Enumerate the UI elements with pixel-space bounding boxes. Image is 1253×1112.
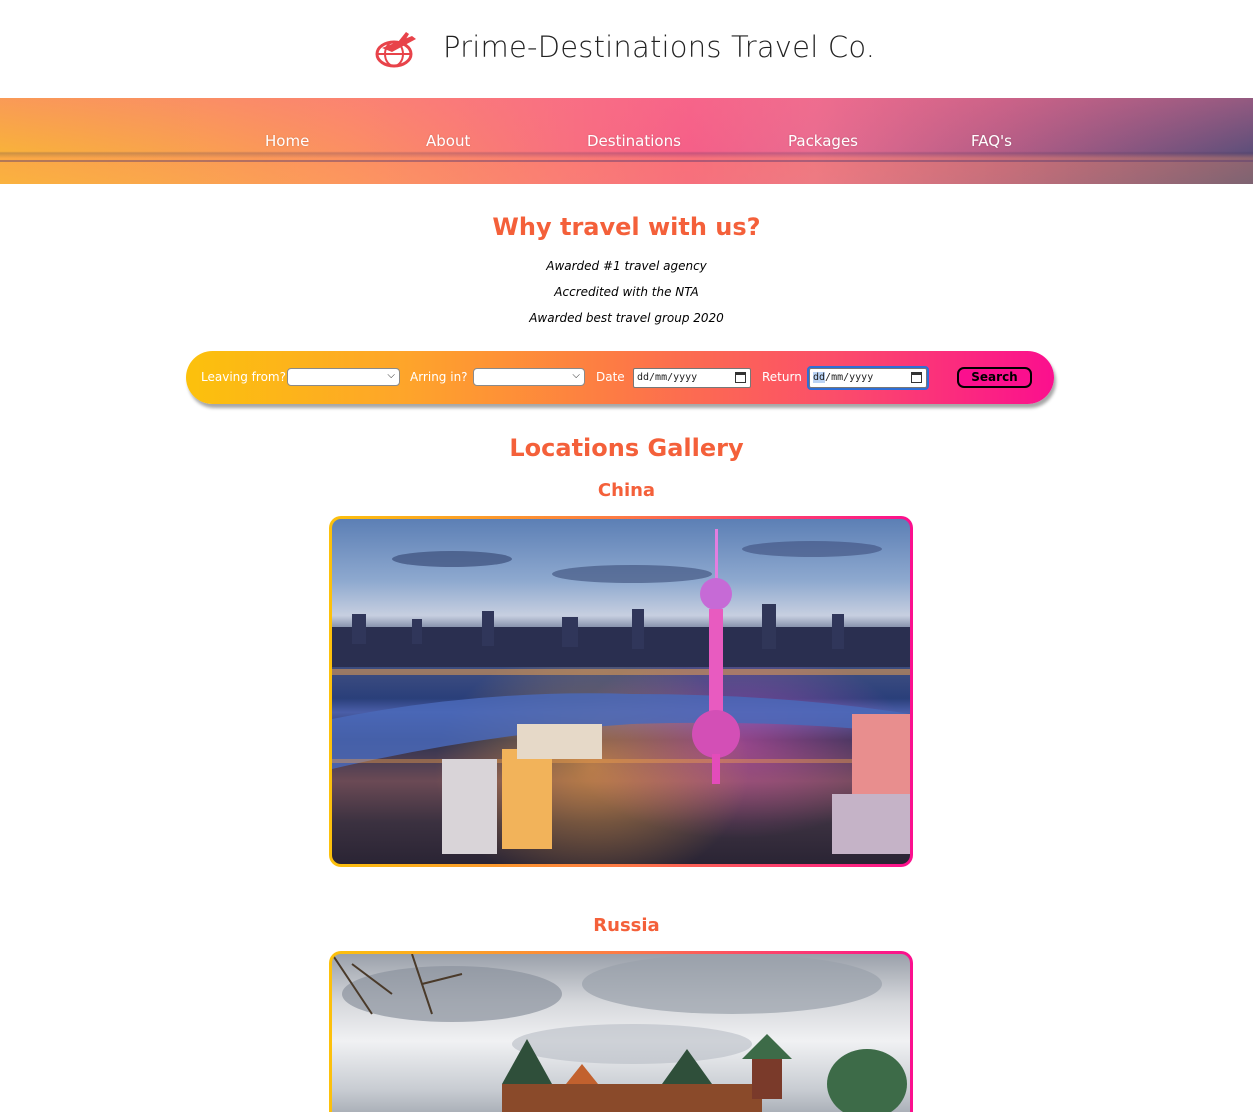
nav-item-home[interactable]: Home: [265, 132, 309, 150]
main-nav: Home About Destinations Packages FAQ's: [0, 98, 1253, 184]
shanghai-skyline-night-photo: [332, 519, 910, 864]
return-input[interactable]: dd/mm/yyyy: [807, 366, 929, 390]
chevron-down-icon: ⌵: [572, 370, 580, 381]
palace-illustration: [332, 954, 907, 1112]
nav-item-destinations[interactable]: Destinations: [587, 132, 681, 150]
why-title: Why travel with us?: [492, 213, 761, 241]
arriving-label: Arring in?: [410, 370, 468, 384]
brand-name: Prime-Destinations Travel Co.: [443, 30, 876, 64]
arriving-select[interactable]: ⌵: [473, 368, 585, 386]
china-photo-frame: [329, 516, 913, 867]
chevron-down-icon: ⌵: [387, 370, 395, 381]
nav-item-about[interactable]: About: [426, 132, 470, 150]
search-button[interactable]: Search: [957, 367, 1032, 388]
calendar-icon[interactable]: [735, 372, 746, 383]
return-label: Return: [762, 370, 802, 384]
date-placeholder: dd/mm/yyyy: [637, 372, 698, 383]
date-label: Date: [596, 370, 625, 384]
site-header: Prime-Destinations Travel Co.: [0, 0, 1253, 98]
location-title-china: China: [597, 480, 656, 501]
airplane-globe-icon[interactable]: [372, 30, 420, 70]
return-placeholder-rest: /mm/yyyy: [825, 372, 874, 383]
city-illustration: [332, 529, 910, 854]
leaving-label: Leaving from?: [201, 370, 286, 384]
location-title-russia: Russia: [593, 915, 660, 936]
leaving-select[interactable]: ⌵: [287, 368, 400, 386]
search-bar: Leaving from? ⌵ Arring in? ⌵ Date dd/mm/…: [186, 351, 1054, 404]
nav-item-packages[interactable]: Packages: [788, 132, 858, 150]
why-line: Awarded #1 travel agency: [546, 259, 707, 273]
return-placeholder-day: dd: [813, 372, 826, 383]
why-line: Accredited with the NTA: [554, 285, 699, 299]
nav-item-faqs[interactable]: FAQ's: [971, 132, 1012, 150]
calendar-icon[interactable]: [911, 372, 922, 383]
kolomenskoye-wooden-palace-photo: [332, 954, 910, 1112]
gallery-title: Locations Gallery: [509, 434, 744, 462]
why-line: Awarded best travel group 2020: [529, 311, 724, 325]
page: Prime-Destinations Travel Co. Home About…: [0, 0, 1253, 1112]
russia-photo-frame: [329, 951, 913, 1112]
date-input[interactable]: dd/mm/yyyy: [633, 368, 751, 388]
